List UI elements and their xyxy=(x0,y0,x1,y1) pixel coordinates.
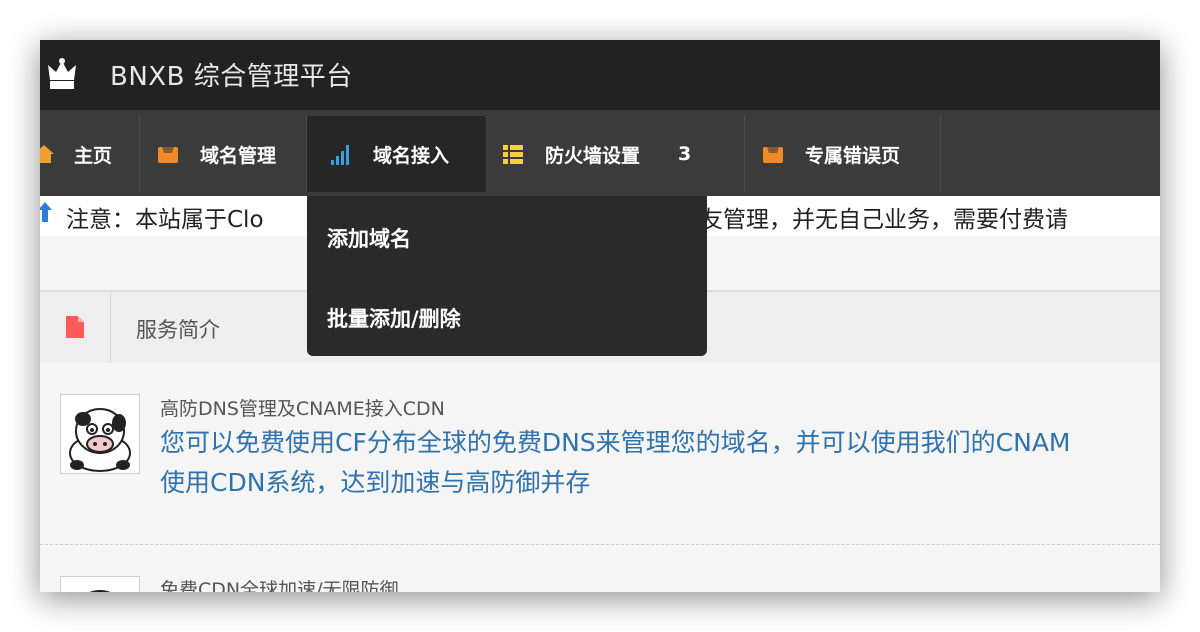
nav-item-domain-access[interactable]: 域名接入 xyxy=(307,116,487,192)
cow-avatar-image xyxy=(60,576,140,592)
nav-item-error-page[interactable]: 专属错误页 xyxy=(745,116,941,192)
top-bar: BNXB 综合管理平台 xyxy=(40,40,1160,110)
service-description-line2[interactable]: 使用CDN系统，达到加速与高防御并存 xyxy=(160,463,590,503)
signal-icon xyxy=(331,145,349,165)
firewall-count-badge: 3 xyxy=(678,143,692,165)
nav-item-domain-manage[interactable]: 域名管理 xyxy=(140,116,307,192)
cow-avatar-image xyxy=(60,394,140,474)
section-title: 服务简介 xyxy=(136,318,220,342)
nav-label-domain-access: 域名接入 xyxy=(373,144,450,167)
list-icon xyxy=(503,145,523,164)
service-title[interactable]: 高防DNS管理及CNAME接入CDN xyxy=(160,394,445,421)
app-window: BNXB 综合管理平台 主页 域名管理 域名接入 防火墙设置 3 专属错误页 注… xyxy=(40,40,1160,592)
service-item: 高防DNS管理及CNAME接入CDN 您可以免费使用CF分布全球的免费DNS来管… xyxy=(40,363,1160,543)
app-title[interactable]: BNXB 综合管理平台 xyxy=(110,56,353,93)
nav-label-home: 主页 xyxy=(74,144,113,167)
service-item: 免费CDN全球加速/无限防御 xyxy=(40,545,1160,592)
menu-item-add-domain[interactable]: 添加域名 xyxy=(327,223,411,253)
nav-label-firewall: 防火墙设置 xyxy=(545,144,641,167)
service-description-line1[interactable]: 您可以免费使用CF分布全球的免费DNS来管理您的域名，并可以使用我们的CNAM xyxy=(160,423,1071,463)
notice-text-continued: 网友管理，并无自己业务，需要付费请 xyxy=(677,207,1068,233)
nav-item-home[interactable]: 主页 xyxy=(40,116,140,192)
home-icon xyxy=(40,145,54,163)
nav-label-domain-manage: 域名管理 xyxy=(200,144,277,167)
package-icon xyxy=(763,147,783,163)
notice-text: 注意：本站属于Clo xyxy=(66,207,264,233)
arrow-up-icon xyxy=(40,202,52,222)
main-nav: 主页 域名管理 域名接入 防火墙设置 3 专属错误页 xyxy=(40,110,1160,196)
nav-item-firewall[interactable]: 防火墙设置 3 xyxy=(487,116,745,192)
menu-item-batch-add-delete[interactable]: 批量添加/删除 xyxy=(327,303,461,333)
service-title[interactable]: 免费CDN全球加速/无限防御 xyxy=(160,575,399,592)
nav-label-error-page: 专属错误页 xyxy=(805,144,901,167)
section-icon-box xyxy=(40,292,111,364)
file-icon xyxy=(66,316,84,338)
crown-icon xyxy=(48,58,76,89)
package-icon xyxy=(158,147,178,163)
domain-access-dropdown: 添加域名 批量添加/删除 xyxy=(307,196,707,356)
